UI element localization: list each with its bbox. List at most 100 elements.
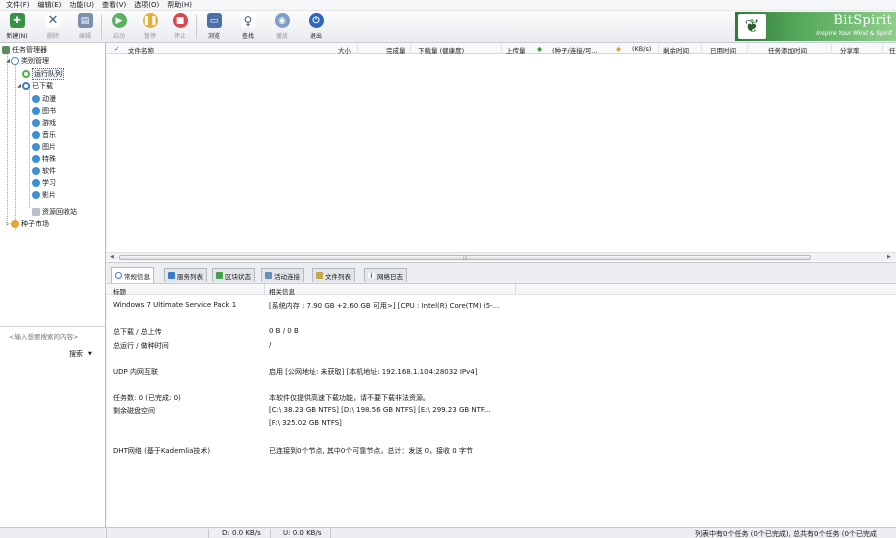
tab-file-list[interactable]: 文件列表 (312, 268, 355, 282)
total-transfer-label: 总下载 / 总上传 (113, 328, 162, 336)
tree-games[interactable]: 游戏 (32, 117, 56, 128)
menu-view[interactable]: 查看(V) (102, 0, 126, 10)
category-tree: 任务管理器 ◢ 类别管理 运行队列 ◢ 已下载 动漫 图书 游戏 音乐 图片 特… (0, 43, 105, 326)
tree-study[interactable]: 学习 (32, 177, 56, 188)
tab-label: 常规信息 (124, 272, 150, 281)
col-upload-amount[interactable]: 上传量 (506, 45, 526, 55)
play-button[interactable]: ◉ 播放 (269, 12, 295, 42)
new-task-label: 新建(N) (6, 33, 28, 40)
pause-button[interactable]: ❚❚ 暂停 (137, 12, 163, 42)
udp-value: 启用 [公网地址: 未获取] [本机地址: 192.168.1.104:2803… (269, 368, 478, 376)
tree-guide (29, 87, 30, 208)
bitspirit-window: 文件(F) 编辑(E) 功能(U) 查看(V) 选项(O) 帮助(H) ✚ 新建… (0, 0, 896, 538)
col-speed[interactable]: (KB/s) (632, 45, 651, 53)
bitspirit-logo: ❦ BitSpirit Inspire Your Mind & Spirit (735, 12, 896, 41)
tree-books[interactable]: 图书 (32, 105, 56, 116)
stop-button[interactable]: ■ 停止 (167, 12, 193, 42)
exit-button[interactable]: ⏻ 退出 (303, 12, 329, 42)
search-button[interactable]: 搜索 ▼ (69, 349, 92, 359)
col-file-name[interactable]: 文件名称 (128, 45, 154, 55)
tree-category-manager[interactable]: ◢ 类别管理 (5, 55, 49, 66)
tree-seed-market[interactable]: ▷ 种子市场 (5, 218, 49, 229)
general-info-panel: 标题 相关信息 Windows 7 Ultimate Service Pack … (107, 283, 896, 527)
tree-specials[interactable]: 特殊 (32, 153, 56, 164)
status-divider (270, 529, 271, 538)
tree-pictures[interactable]: 图片 (32, 141, 56, 152)
col-divider (701, 43, 702, 54)
file-list-icon (316, 272, 323, 279)
delete-button[interactable]: ✕ 删除 (40, 12, 66, 42)
speed-arrow-icon: ◆ (616, 45, 621, 53)
col-used-time[interactable]: 已用时间 (710, 45, 736, 55)
toolbar-divider (101, 15, 102, 39)
downloaded-icon (22, 81, 30, 90)
menu-help[interactable]: 帮助(H) (167, 0, 192, 10)
tab-active-connections[interactable]: 活动连接 (261, 268, 304, 282)
search-input[interactable]: <输入想要搜索的内容> (3, 330, 102, 341)
play-media-icon: ◉ (274, 13, 290, 28)
find-button[interactable]: ♀ 查找 (235, 12, 261, 42)
tree-music[interactable]: 音乐 (32, 129, 56, 140)
os-label: Windows 7 Ultimate Service Pack 1 (113, 301, 237, 309)
col-added-time[interactable]: 任务添加时间 (768, 45, 807, 55)
browse-button[interactable]: ▭ 浏览 (201, 12, 227, 42)
disk-space-value-2: [F:\ 325.02 GB NTFS] (269, 419, 342, 427)
col-share-rate[interactable]: 分享率 (840, 45, 860, 55)
horizontal-scrollbar[interactable]: ◀ ||| ▶ (107, 252, 896, 261)
menu-file[interactable]: 文件(F) (6, 0, 30, 10)
tree-label: 任务管理器 (12, 45, 47, 54)
pause-label: 暂停 (143, 33, 156, 40)
tree-guide (7, 54, 8, 225)
logo-slogan: Inspire Your Mind & Spirit (816, 30, 892, 37)
exit-label: 退出 (309, 33, 322, 40)
menu-options[interactable]: 选项(O) (134, 0, 159, 10)
tree-movies[interactable]: 影片 (32, 189, 56, 200)
edit-icon: ▤ (77, 13, 93, 28)
total-transfer-value: 0 B / 0 B (269, 327, 299, 335)
col-divider (515, 284, 516, 295)
recycle-bin-icon (32, 207, 40, 216)
col-overflow[interactable]: 任 (889, 45, 896, 55)
tree-task-manager[interactable]: 任务管理器 (2, 44, 47, 55)
pause-icon: ❚❚ (142, 13, 158, 28)
start-label: 启动 (112, 33, 125, 40)
scroll-right-icon[interactable]: ▶ (887, 254, 891, 260)
select-all-check-icon[interactable]: ✓ (114, 45, 119, 53)
runtime-label: 总运行 / 做种时间 (113, 342, 169, 350)
logo-brand: BitSpirit (833, 13, 892, 28)
tab-label: 文件列表 (325, 272, 351, 281)
tab-network-log[interactable]: i 网络日志 (364, 268, 407, 282)
col-seeds[interactable]: (种子/连接/可... (552, 45, 598, 55)
tree-label: 动漫 (42, 94, 56, 103)
category-dot-icon (32, 94, 40, 103)
tab-general-info[interactable]: 常规信息 (111, 267, 154, 283)
scroll-left-icon[interactable]: ◀ (110, 254, 114, 260)
tree-software[interactable]: 软件 (32, 165, 56, 176)
tree-recycle-bin[interactable]: 资源回收站 (32, 206, 77, 217)
category-dot-icon (32, 130, 40, 139)
tab-server-list[interactable]: 服务列表 (164, 268, 207, 282)
tree-label: 学习 (42, 178, 56, 187)
search-label: 搜索 (69, 350, 83, 358)
tree-running-queue[interactable]: 运行队列 (22, 67, 64, 80)
scrollbar-thumb[interactable]: ||| (119, 255, 811, 260)
task-list: ✓ 文件名称 大小 完成量 下载量 (健康度) 上传量 ◆ (种子/连接/可..… (107, 43, 896, 262)
start-button[interactable]: ▶ 启动 (106, 12, 132, 42)
col-remaining[interactable]: 剩余时间 (663, 45, 689, 55)
col-completed[interactable]: 完成量 (386, 45, 406, 55)
menu-function[interactable]: 功能(U) (69, 0, 94, 10)
new-task-button[interactable]: ✚ 新建(N) (4, 12, 30, 42)
col-download-amount[interactable]: 下载量 (健康度) (418, 45, 464, 55)
new-task-icon: ✚ (9, 13, 25, 28)
tree-downloaded[interactable]: ◢ 已下载 (16, 80, 53, 91)
col-divider (357, 43, 358, 54)
col-size[interactable]: 大小 (338, 45, 351, 55)
col-divider (501, 43, 502, 54)
menu-edit[interactable]: 编辑(E) (38, 0, 62, 10)
tree-animation[interactable]: 动漫 (32, 93, 56, 104)
tab-block-status[interactable]: 区块状态 (212, 268, 255, 282)
edit-button[interactable]: ▤ 编辑 (72, 12, 98, 42)
stop-label: 停止 (173, 33, 186, 40)
header-title: 标题 (113, 288, 126, 296)
col-divider (831, 43, 832, 54)
